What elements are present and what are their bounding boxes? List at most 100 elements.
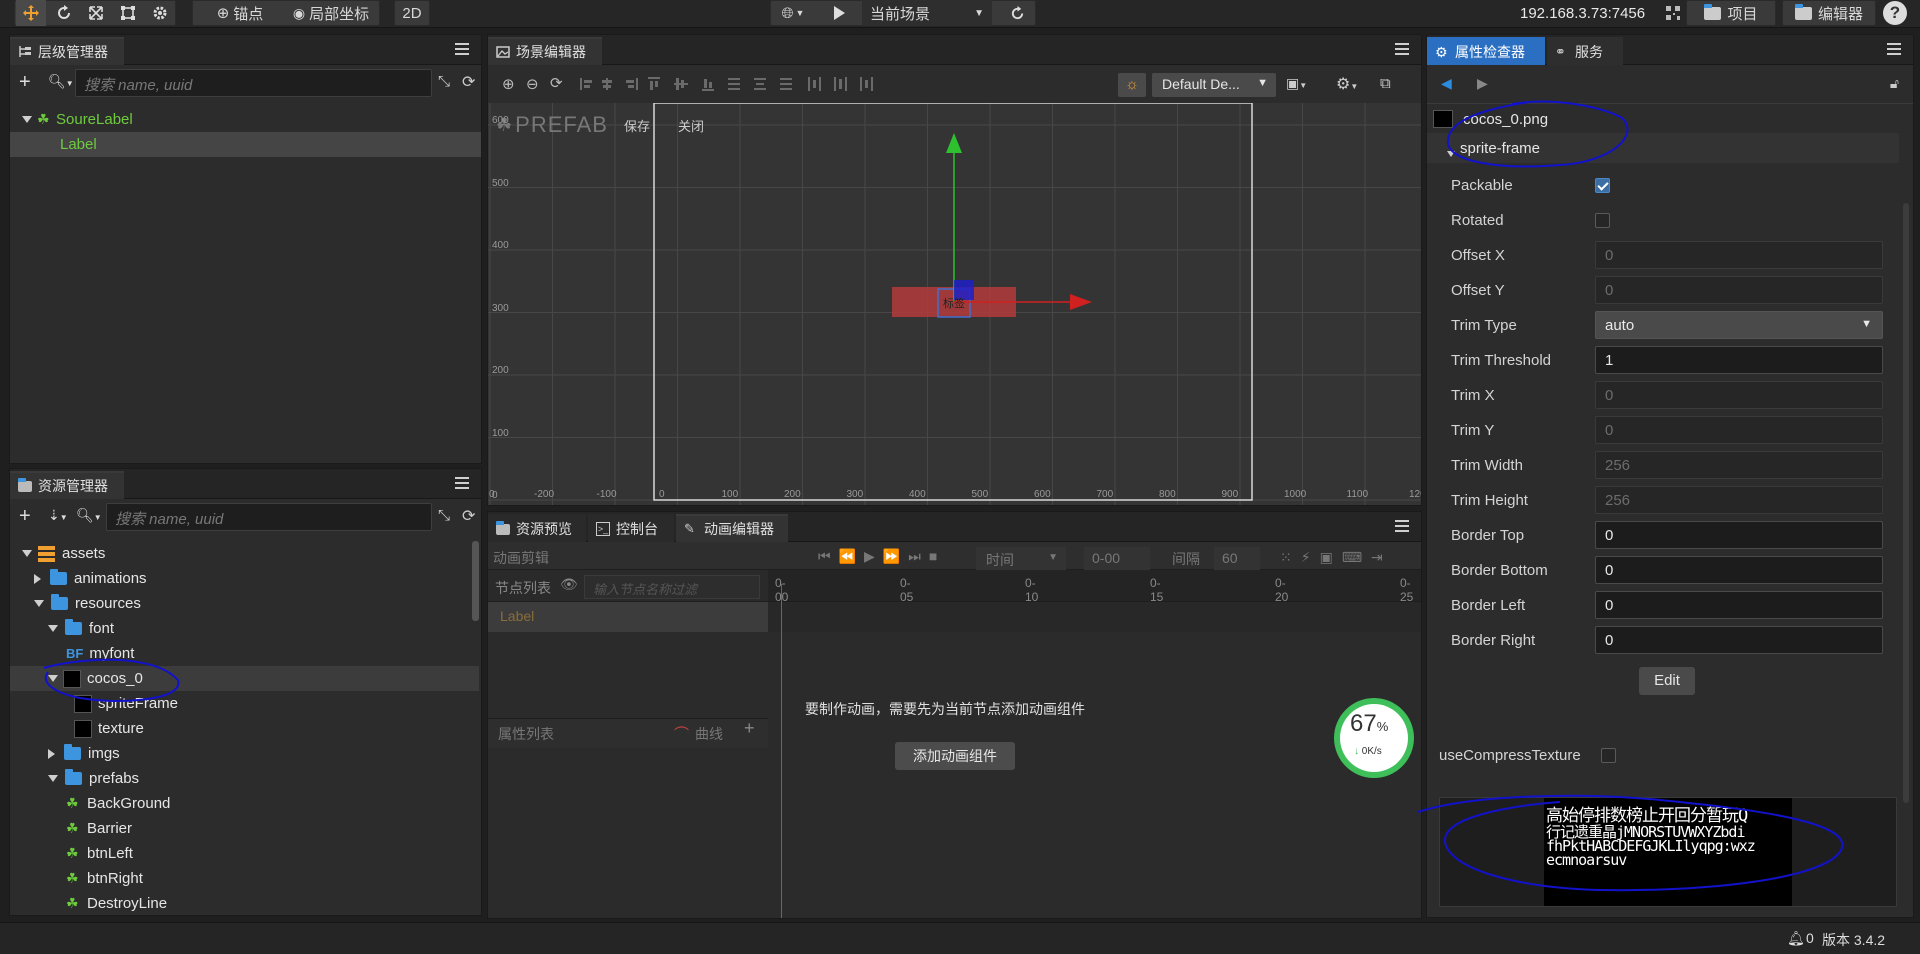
inspector-scrollbar[interactable]: [1903, 203, 1909, 803]
last-frame-icon[interactable]: ⏭: [908, 548, 929, 564]
asset-item-assets[interactable]: assets: [10, 541, 469, 566]
exit-icon[interactable]: ⇥: [1371, 549, 1392, 565]
hierarchy-search-input[interactable]: 搜索 name, uuid: [75, 69, 432, 97]
inspector-menu-icon[interactable]: [1887, 43, 1901, 55]
prop-input[interactable]: 0: [1595, 416, 1883, 444]
bell-icon[interactable]: 🔔︎: [1787, 930, 1805, 947]
lighting-button[interactable]: ☼: [1118, 73, 1146, 97]
expand-arrow-icon[interactable]: [22, 116, 32, 123]
camera-select[interactable]: Default De... ▼: [1152, 73, 1276, 97]
tab-scene[interactable]: 场景编辑器: [488, 37, 602, 65]
prop-input[interactable]: 0: [1595, 241, 1883, 269]
refresh-icon[interactable]: ⟳: [462, 72, 475, 92]
expand-arrow-icon[interactable]: [34, 573, 41, 584]
packable-checkbox[interactable]: [1595, 178, 1610, 193]
rotate-tool-button[interactable]: [50, 0, 78, 26]
eye-icon[interactable]: 👁︎: [560, 576, 578, 593]
prop-input[interactable]: 1: [1595, 346, 1883, 374]
expand-arrow-icon[interactable]: [48, 775, 58, 782]
compress-checkbox[interactable]: [1601, 748, 1616, 763]
anchor-button[interactable]: ⊕ 锚点: [200, 0, 280, 26]
asset-item-texture[interactable]: texture: [10, 716, 469, 741]
tab-service[interactable]: ⚭ 服务: [1547, 37, 1623, 65]
asset-item-destroyline[interactable]: ☘ DestroyLine: [10, 891, 469, 915]
search-filter-icon[interactable]: 🔍︎▼: [76, 507, 102, 524]
prop-input[interactable]: 0: [1595, 276, 1883, 304]
tree-node-label-selected[interactable]: Label: [10, 132, 481, 157]
zoom-out-icon[interactable]: ⊖: [526, 75, 539, 93]
time-input[interactable]: 0-00: [1084, 547, 1150, 571]
lock-icon[interactable]: 🔓︎: [1890, 75, 1899, 92]
asset-item-myfont[interactable]: BF myfont: [10, 641, 469, 666]
scene-viewport[interactable]: 标签 ☘ PREFAB 保存 关闭 600 500 400 300 200 100 0 0-…: [488, 103, 1421, 505]
asset-item-font[interactable]: font: [10, 616, 469, 641]
asset-item-animations[interactable]: animations: [10, 566, 469, 591]
move-tool-button[interactable]: [16, 0, 46, 26]
hierarchy-menu-icon[interactable]: [455, 43, 469, 55]
tab-animation-editor[interactable]: ✎ 动画编辑器: [676, 514, 788, 542]
asset-item-spriteframe[interactable]: spriteFrame: [10, 691, 469, 716]
rect-tool-button[interactable]: [114, 0, 142, 26]
play-icon[interactable]: ▶: [864, 548, 883, 564]
curve-icon[interactable]: ⌒: [674, 723, 689, 744]
keyboard-icon[interactable]: ⌨: [1342, 549, 1371, 565]
asset-item-cocos0[interactable]: cocos_0: [10, 666, 479, 691]
tab-hierarchy[interactable]: 层级管理器: [10, 37, 124, 65]
collapse-all-icon[interactable]: ⤡: [438, 73, 450, 90]
asset-item-btnright[interactable]: ☘ btnRight: [10, 866, 469, 891]
prop-input[interactable]: 256: [1595, 486, 1883, 514]
expand-arrow-icon[interactable]: [22, 550, 32, 557]
project-button[interactable]: 项目: [1688, 0, 1774, 26]
refresh-button[interactable]: [1002, 0, 1032, 26]
asset-item-prefabs[interactable]: prefabs: [10, 766, 469, 791]
camera-settings-icon[interactable]: ▣▼: [1286, 75, 1307, 92]
help-button[interactable]: ?: [1880, 0, 1910, 26]
play-button[interactable]: [826, 0, 852, 26]
zoom-in-icon[interactable]: ⊕: [502, 75, 515, 93]
refresh-icon[interactable]: ⟳: [462, 506, 475, 526]
network-speed-widget[interactable]: 67% ↓ 0K/s: [1334, 698, 1414, 778]
interval-input[interactable]: 60: [1214, 547, 1260, 571]
mode-2d-button[interactable]: 2D: [394, 0, 430, 26]
section-collapse-icon[interactable]: [1447, 144, 1455, 160]
editor-button[interactable]: 编辑器: [1784, 0, 1874, 26]
assets-search-input[interactable]: 搜索 name, uuid: [106, 503, 432, 531]
prop-input[interactable]: 0: [1595, 521, 1883, 549]
scene-menu-icon[interactable]: [1395, 43, 1409, 55]
timeline-playhead[interactable]: [781, 584, 782, 918]
tab-asset-preview[interactable]: 资源预览: [488, 514, 586, 542]
prop-input[interactable]: 0: [1595, 626, 1883, 654]
tree-node-root[interactable]: ☘ SoureLabel: [10, 107, 469, 132]
asset-item-btnleft[interactable]: ☘ btnLeft: [10, 841, 469, 866]
expand-arrow-icon[interactable]: [48, 625, 58, 632]
curve-label[interactable]: 曲线: [695, 724, 723, 744]
screenshot-icon[interactable]: ⧉: [1380, 75, 1391, 92]
platform-select[interactable]: 🌐︎ ▼: [774, 0, 812, 26]
timeline-ruler[interactable]: [768, 570, 1421, 602]
prop-input[interactable]: 256: [1595, 451, 1883, 479]
grid-icon[interactable]: ⁙: [1280, 549, 1301, 565]
time-mode-select[interactable]: 时间 ▼: [976, 547, 1066, 571]
asset-item-resources[interactable]: resources: [10, 591, 469, 616]
tab-inspector[interactable]: ⚙ 属性检查器: [1427, 37, 1545, 65]
tab-console[interactable]: >_ 控制台: [588, 514, 674, 542]
scale-tool-button[interactable]: [82, 0, 110, 26]
next-frame-icon[interactable]: ⏩: [883, 548, 908, 564]
prop-input[interactable]: 0: [1595, 591, 1883, 619]
add-anim-component-button[interactable]: 添加动画组件: [895, 742, 1015, 770]
prefab-close-button[interactable]: 关闭: [678, 116, 704, 135]
add-node-button[interactable]: +: [19, 71, 31, 94]
transform-settings-button[interactable]: [146, 0, 174, 26]
animation-menu-icon[interactable]: [1395, 520, 1409, 532]
trim-type-select[interactable]: auto ▼: [1595, 311, 1883, 339]
search-filter-icon[interactable]: 🔍︎▼: [48, 73, 74, 90]
asset-item-imgs[interactable]: imgs: [10, 741, 469, 766]
collapse-all-icon[interactable]: ⤡: [438, 507, 450, 524]
add-property-button[interactable]: +: [744, 718, 755, 739]
back-arrow-icon[interactable]: ◀: [1441, 75, 1452, 92]
prev-frame-icon[interactable]: ⏪: [839, 548, 864, 564]
scene-select[interactable]: 当前场景 ▼: [862, 0, 992, 26]
sprite-frame-section[interactable]: sprite-frame: [1427, 133, 1899, 163]
tab-assets[interactable]: 资源管理器: [10, 471, 124, 499]
asset-item-barrier[interactable]: ☘ Barrier: [10, 816, 469, 841]
